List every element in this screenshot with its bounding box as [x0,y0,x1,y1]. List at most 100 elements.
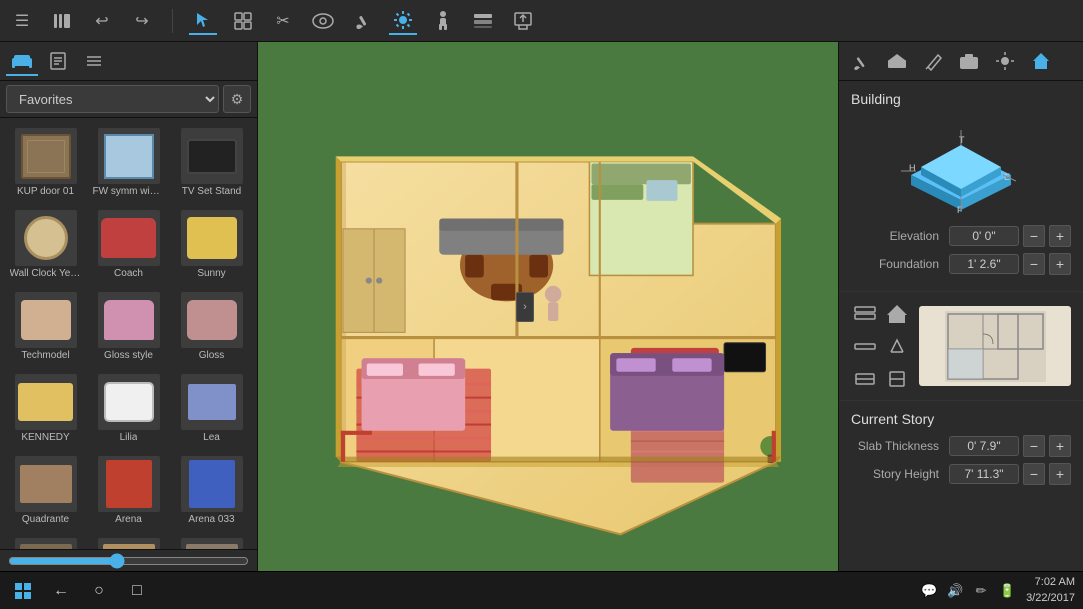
home-button[interactable]: ○ [84,576,114,606]
house-right-tab[interactable] [1025,46,1057,76]
library-icon[interactable] [48,7,76,35]
chat-icon[interactable]: 💬 [918,580,940,602]
size-slider[interactable] [8,553,249,569]
story-height-plus-btn[interactable]: + [1049,463,1071,485]
foundation-value[interactable]: 1' 2.6" [949,254,1019,274]
roof-icon[interactable] [883,300,911,328]
story-height-row: Story Height 7' 11.3" − + [851,463,1071,485]
item-label-11: Lea [203,432,220,444]
item-label-10: Lilia [120,432,138,444]
foundation-plus-btn[interactable]: + [1049,253,1071,275]
item-cell-9[interactable]: KENNEDY [6,370,85,448]
item-cell-16[interactable]: item17 [89,534,168,549]
item-cell-2[interactable]: TV Set Stand [172,124,251,202]
elevation-value[interactable]: 0' 0" [949,226,1019,246]
item-cell-7[interactable]: Gloss style [89,288,168,366]
svg-text:T: T [959,135,965,145]
mini-floor-plan[interactable] [919,306,1071,386]
current-story-title: Current Story [851,411,1071,427]
item-cell-10[interactable]: Lilia [89,370,168,448]
sun-right-tab[interactable] [989,46,1021,76]
item-label-14: Arena 033 [188,514,234,526]
windows-button[interactable] [8,576,38,606]
item-cell-3[interactable]: Wall Clock Yello... [6,206,85,284]
left-panel: Favorites ⚙ KUP door 01 FW symm wind... … [0,42,258,571]
item-cell-17[interactable]: item18 [172,534,251,549]
foundation-minus-btn[interactable]: − [1023,253,1045,275]
favorites-dropdown[interactable]: Favorites [6,85,219,113]
mini-map-svg [943,309,1048,384]
edit-sys-icon[interactable]: ✏ [970,580,992,602]
volume-icon[interactable]: 🔊 [944,580,966,602]
clock-display: 7:02 AM 3/22/2017 [1026,575,1075,606]
group-icon[interactable] [229,7,257,35]
select-icon[interactable] [189,7,217,35]
item-cell-5[interactable]: Sunny [172,206,251,284]
item-cell-8[interactable]: Gloss [172,288,251,366]
right-top-tabs [839,42,1083,81]
edit-tab[interactable] [42,46,74,76]
stairs-icon[interactable] [851,332,879,360]
item-thumb-11 [181,374,243,430]
sofa-tab[interactable] [6,46,38,76]
svg-text:F: F [957,205,963,215]
item-thumb-4 [98,210,160,266]
sun-icon[interactable] [389,7,417,35]
item-label-3: Wall Clock Yello... [10,268,82,280]
item-cell-15[interactable]: item16 [6,534,85,549]
layers2-icon[interactable] [469,7,497,35]
camera-right-tab[interactable] [953,46,985,76]
list-tab[interactable] [78,46,110,76]
view-icon[interactable] [309,7,337,35]
elevation-minus-btn[interactable]: − [1023,225,1045,247]
story-height-value[interactable]: 7' 11.3" [949,464,1019,484]
taskbar: ← ○ □ 💬 🔊 ✏ 🔋 7:02 AM 3/22/2017 [0,571,1083,609]
item-thumb-17 [181,538,243,549]
battery-icon[interactable]: 🔋 [996,580,1018,602]
item-cell-0[interactable]: KUP door 01 [6,124,85,202]
person-icon[interactable] [429,7,457,35]
item-cell-14[interactable]: Arena 033 [172,452,251,530]
story-height-minus-btn[interactable]: − [1023,463,1045,485]
item-thumb-5 [181,210,243,266]
building-3d-view: T H E F [891,115,1031,215]
share-icon[interactable] [509,7,537,35]
redo-icon[interactable]: ↪ [128,7,156,35]
apps-button[interactable]: □ [122,576,152,606]
item-cell-4[interactable]: Coach [89,206,168,284]
slab-plus-btn[interactable]: + [1049,435,1071,457]
menu-icon[interactable]: ☰ [8,7,36,35]
slab-value[interactable]: 0' 7.9" [949,436,1019,456]
floor-plan-svg [258,42,838,571]
pencil-right-tab[interactable] [917,46,949,76]
favorites-bar: Favorites ⚙ [0,81,257,118]
slider-bar [0,549,257,571]
grid2-icon[interactable] [851,364,879,392]
building-title: Building [851,91,1071,107]
layers-icon[interactable] [851,300,879,328]
gear-button[interactable]: ⚙ [223,85,251,113]
slab-minus-btn[interactable]: − [1023,435,1045,457]
scissors-icon[interactable]: ✂ [269,7,297,35]
mini-map-area [839,292,1083,401]
item-thumb-0 [15,128,77,184]
elevation-plus-btn[interactable]: + [1049,225,1071,247]
paint-icon[interactable] [349,7,377,35]
item-label-1: FW symm wind... [93,186,165,198]
item-cell-13[interactable]: Arena [89,452,168,530]
item-cell-6[interactable]: Techmodel [6,288,85,366]
arrow-up-icon[interactable] [883,332,911,360]
item-cell-12[interactable]: Quadrante [6,452,85,530]
item-thumb-12 [15,456,77,512]
item-label-9: KENNEDY [21,432,69,444]
expand-panel-button[interactable]: › [516,292,534,322]
paint-right-tab[interactable] [845,46,877,76]
item-cell-11[interactable]: Lea [172,370,251,448]
item-thumb-8 [181,292,243,348]
floor-plan-canvas[interactable] [258,42,838,571]
undo-icon[interactable]: ↩ [88,7,116,35]
back-button[interactable]: ← [46,576,76,606]
item-cell-1[interactable]: FW symm wind... [89,124,168,202]
window3-icon[interactable] [883,364,911,392]
build-tab[interactable] [881,46,913,76]
